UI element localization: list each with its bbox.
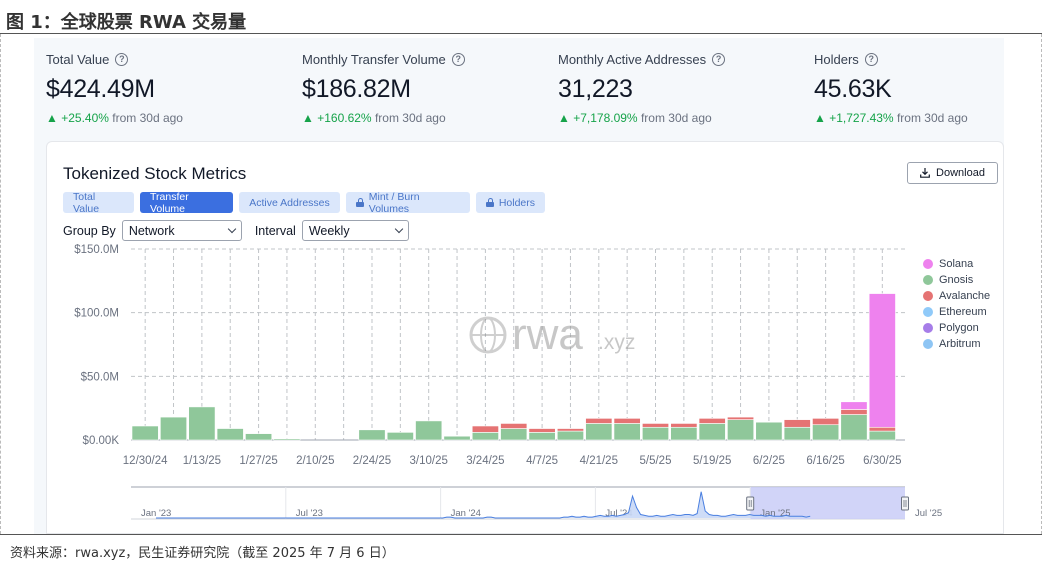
- bar-segment-gnosis: [528, 432, 556, 441]
- navigator-label: Jan '23: [141, 508, 171, 519]
- metric-change: ▲ +25.40%: [46, 111, 109, 125]
- metric-change-suffix: from 30d ago: [112, 111, 183, 125]
- bar-segment-avalanche: [812, 418, 840, 426]
- bar-segment-gnosis: [642, 426, 669, 441]
- navigator-handle: [746, 496, 755, 511]
- bar-segment-gnosis: [160, 416, 188, 441]
- navigator-label: Jul '25: [915, 508, 942, 519]
- bar-segment-avalanche: [783, 419, 811, 428]
- bar-segment-gnosis: [585, 423, 613, 441]
- metric-change: ▲ +160.62%: [302, 111, 372, 125]
- x-tick-label: 2/24/25: [353, 455, 391, 467]
- bar-segment-solana: [868, 293, 896, 428]
- help-icon[interactable]: ?: [712, 53, 726, 66]
- bar-segment-avalanche: [500, 423, 528, 429]
- metric-change-suffix: from 30d ago: [896, 111, 968, 125]
- bar-segment-avalanche: [840, 409, 868, 415]
- metric-total-value: Total Value? $424.49M ▲ +25.40% from 30d…: [46, 52, 183, 125]
- metric-value: 45.63K: [814, 75, 892, 103]
- x-tick-label: 5/5/25: [640, 455, 672, 467]
- bar-segment-gnosis: [868, 430, 896, 441]
- chart-card: Tokenized Stock Metrics Download Total V…: [46, 141, 1004, 534]
- x-tick-label: 3/24/25: [466, 455, 504, 467]
- bar-segment-gnosis: [670, 426, 698, 441]
- navigator-line: [156, 491, 811, 519]
- help-icon[interactable]: ?: [115, 53, 129, 66]
- bar-segment-gnosis: [755, 421, 783, 441]
- x-tick-label: 5/19/25: [693, 455, 731, 467]
- bar-segment-gnosis: [500, 428, 528, 441]
- watermark-suffix: .xyz: [598, 331, 635, 354]
- x-tick-label: 6/30/25: [863, 455, 901, 467]
- y-tick-label: $100.0M: [74, 308, 119, 320]
- bar-segment-avalanche: [471, 425, 499, 433]
- bar-segment-avalanche: [556, 428, 584, 432]
- bar-segment-avalanche: [642, 423, 669, 428]
- bar-segment-avalanche: [698, 418, 726, 424]
- bar-segment-solana: [840, 401, 868, 410]
- metric-label: Monthly Transfer Volume: [302, 52, 446, 67]
- bar-segment-gnosis: [556, 430, 584, 441]
- figure-source: 资料来源：rwa.xyz，民生证券研究院（截至 2025 年 7 月 6 日）: [0, 534, 1042, 565]
- x-tick-label: 12/30/24: [123, 455, 168, 467]
- watermark-text: rwa: [512, 310, 583, 359]
- bar-segment-gnosis: [188, 406, 216, 441]
- help-icon[interactable]: ?: [864, 53, 878, 66]
- metric-value: 31,223: [558, 75, 633, 103]
- bar-segment-gnosis: [245, 433, 273, 441]
- x-tick-label: 6/16/25: [806, 455, 844, 467]
- navigator-label: Jul '23: [296, 508, 323, 519]
- bar-segment-gnosis: [415, 420, 443, 441]
- metric-label: Total Value: [46, 52, 110, 67]
- metric-value: $424.49M: [46, 75, 155, 103]
- metric-monthly-transfer-volume: Monthly Transfer Volume? $186.82M ▲ +160…: [302, 52, 465, 125]
- bar-segment-gnosis: [443, 435, 471, 441]
- metric-change-suffix: from 30d ago: [640, 111, 712, 125]
- x-tick-label: 1/13/25: [183, 455, 221, 467]
- bar-segment-gnosis: [358, 429, 386, 441]
- navigator-area: [156, 491, 811, 518]
- bar-segment-gnosis: [698, 423, 726, 441]
- bar-segment-avalanche: [613, 418, 641, 424]
- x-tick-label: 4/21/25: [580, 455, 618, 467]
- metric-change: ▲ +7,178.09%: [558, 111, 638, 125]
- bar-segment-gnosis: [727, 419, 755, 441]
- bar-segment-gnosis: [216, 428, 244, 441]
- bar-segment-gnosis: [131, 425, 159, 441]
- navigator-handle: [901, 496, 909, 511]
- bar-segment-avalanche: [528, 428, 556, 433]
- figure-title: 图 1：全球股票 RWA 交易量: [0, 0, 1042, 34]
- bar-segment-gnosis: [471, 432, 499, 441]
- metric-value: $186.82M: [302, 75, 411, 103]
- bar-segment-avalanche: [585, 418, 613, 424]
- x-tick-label: 6/2/25: [753, 455, 785, 467]
- metric-change-suffix: from 30d ago: [374, 111, 446, 125]
- navigator-label: Jan '24: [451, 508, 481, 519]
- bar-segment-avalanche: [868, 426, 896, 432]
- x-tick-label: 4/7/25: [526, 455, 558, 467]
- x-tick-label: 2/10/25: [296, 455, 334, 467]
- rwa-watermark: [469, 316, 507, 354]
- bar-segment-avalanche: [727, 416, 755, 420]
- metric-holders: Holders? 45.63K ▲ +1,727.43% from 30d ag…: [814, 52, 968, 125]
- bar-segment-gnosis: [783, 426, 811, 441]
- x-tick-label: 1/27/25: [239, 455, 277, 467]
- bar-segment-gnosis: [613, 423, 641, 441]
- transfer-volume-chart: $0.00K $50.0M $100.0M $150.0M rwa .xyz 12/30/2…: [74, 244, 942, 520]
- bar-segment-gnosis: [273, 438, 301, 441]
- metric-change: ▲ +1,727.43%: [814, 111, 894, 125]
- bar-segment-gnosis: [840, 414, 868, 441]
- metric-monthly-active-addresses: Monthly Active Addresses? 31,223 ▲ +7,17…: [558, 52, 726, 125]
- y-tick-label: $0.00K: [83, 435, 120, 447]
- x-tick-label: 3/10/25: [410, 455, 448, 467]
- bar-segment-gnosis: [812, 424, 840, 441]
- bar-segment-gnosis: [386, 432, 414, 441]
- metric-label: Monthly Active Addresses: [558, 52, 707, 67]
- y-tick-label: $50.0M: [81, 371, 119, 383]
- bar-segment-avalanche: [670, 423, 698, 428]
- metric-label: Holders: [814, 52, 859, 67]
- y-tick-label: $150.0M: [74, 244, 119, 256]
- help-icon[interactable]: ?: [451, 53, 465, 66]
